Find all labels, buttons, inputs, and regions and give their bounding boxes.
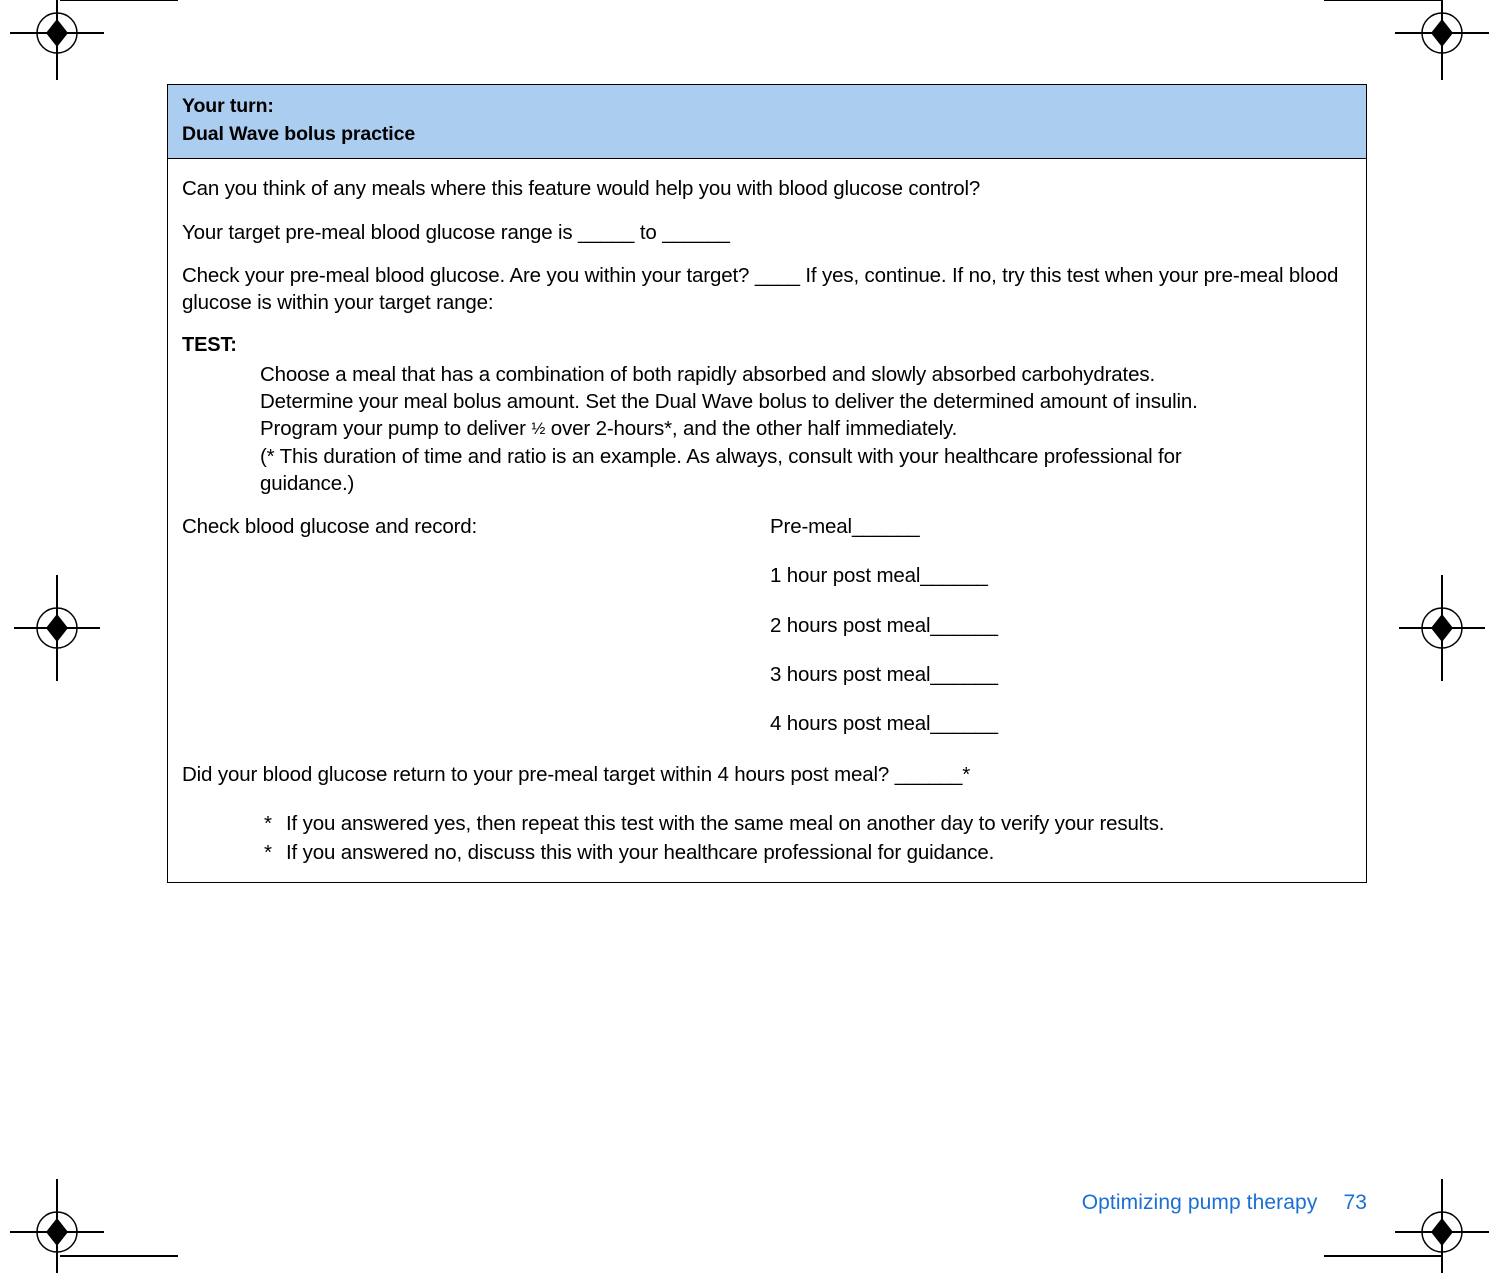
worksheet-table: Your turn: Dual Wave bolus practice Can … [167, 84, 1367, 884]
registration-mark-top-left [2, 0, 112, 88]
record-entry-pre-meal: Pre-meal______ [770, 515, 920, 539]
final-question: Did your blood glucose return to your pr… [182, 763, 971, 787]
footnote-list: * If you answered yes, then repeat this t… [264, 809, 1352, 868]
test-instruction-line-2: Determine your meal bolus amount. Set th… [260, 390, 1198, 414]
test-label: TEST: [182, 334, 237, 357]
asterisk-icon: * [264, 841, 272, 865]
footnote-item-no-text: If you answered no, discuss this with yo… [286, 841, 995, 865]
question-target-range: Your target pre-meal blood glucose range… [182, 220, 730, 244]
footnote-item-yes-text: If you answered yes, then repeat this te… [286, 811, 1165, 835]
registration-mark-middle-left [2, 573, 112, 683]
question-meals-feature: Can you think of any meals where this fe… [182, 177, 981, 201]
page-footer: Optimizing pump therapy 73 [1082, 1191, 1367, 1215]
test-instruction-line-3-prefix: Program your pump to deliver [260, 417, 532, 441]
record-entry-list: Pre-meal______ 1 hour post meal______ 2 … [770, 513, 1352, 737]
footnote-item-no: * If you answered no, discuss this with y… [264, 838, 1352, 868]
record-section: Check blood glucose and record: Pre-meal… [182, 513, 1352, 737]
test-instruction-line-1: Choose a meal that has a combination of … [260, 362, 1155, 386]
test-instruction-line-3-suffix: over 2-hours*, and the other half immedi… [545, 417, 958, 441]
worksheet-header: Your turn: Dual Wave bolus practice [168, 85, 1366, 160]
registration-mark-bottom-left [2, 1177, 112, 1287]
question-check-premeal: Check your pre-meal blood glucose. Are y… [182, 262, 1352, 317]
worksheet-body: Can you think of any meals where this fe… [168, 159, 1366, 882]
footer-section-title: Optimizing pump therapy [1081, 1191, 1318, 1214]
registration-mark-bottom-right [1387, 1177, 1497, 1287]
trim-line-top-left [60, 0, 178, 1]
record-entry-3-hours: 3 hours post meal______ [770, 662, 998, 686]
footnote-item-yes: * If you answered yes, then repeat this t… [264, 809, 1352, 839]
worksheet-header-line-1: Your turn: [182, 95, 274, 117]
half-fraction: ½ [531, 419, 546, 439]
record-entry-1-hour: 1 hour post meal______ [770, 564, 988, 588]
worksheet-header-line-2: Dual Wave bolus practice [182, 122, 416, 145]
test-instructions: Choose a meal that has a combination of … [260, 361, 1352, 497]
record-entry-4-hours: 4 hours post meal______ [770, 712, 998, 736]
question-check-premeal-line-1: Check your pre-meal blood glucose. Are y… [182, 263, 1154, 287]
trim-line-top-right [1324, 0, 1442, 1]
test-instruction-line-3: Program your pump to deliver ½ over 2-ho… [260, 415, 1352, 442]
test-footnote-line-2: guidance.) [260, 471, 355, 495]
registration-mark-middle-right [1387, 573, 1497, 683]
asterisk-icon: * [264, 811, 272, 835]
footer-page-number: 73 [1343, 1191, 1367, 1214]
record-prompt: Check blood glucose and record: [182, 515, 478, 539]
record-entry-2-hours: 2 hours post meal______ [770, 613, 998, 637]
test-footnote-line-1: (* This duration of time and ratio is an… [260, 444, 1182, 468]
registration-mark-top-right [1387, 0, 1497, 88]
